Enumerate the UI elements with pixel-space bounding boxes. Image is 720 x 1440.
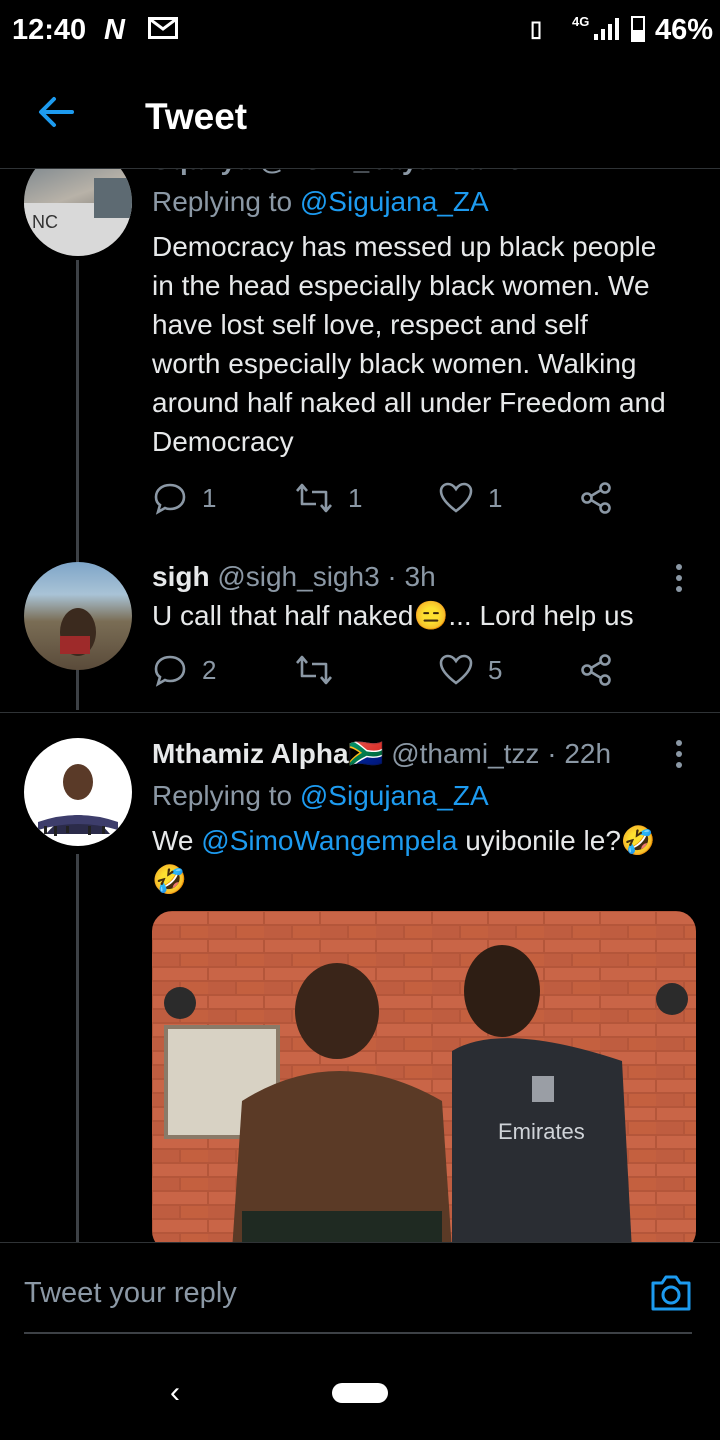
signal-icon [594,18,619,40]
arrow-left-icon[interactable] [36,92,76,132]
mail-notification-icon [148,17,178,39]
tweet-partial-header: Sqanya @nSMl_bayanda · 3h [152,168,540,179]
nav-home-pill[interactable] [332,1383,388,1403]
reply-icon [154,655,186,687]
handle-time: @sigh_sigh3 · 3h [217,561,436,592]
like-button[interactable]: 1 [438,480,502,516]
heart-icon [439,654,473,685]
battery-percent: 46% [655,14,714,46]
avatar[interactable] [24,738,132,846]
handle-time: @thami_tzz · 22h [391,738,612,769]
share-icon [581,654,611,686]
notification-n-icon: N [104,14,125,46]
page-title: Tweet [145,96,248,137]
retweet-icon [296,655,332,685]
avatar[interactable]: NC [24,168,132,256]
retweet-button[interactable]: 1 [294,480,362,516]
rofl-emoji: 🤣 [620,825,656,856]
share-button[interactable] [578,480,614,516]
divider [0,712,720,713]
display-name[interactable]: Mthamiz Alpha [152,738,349,769]
jersey-text: Emirates [498,1119,585,1144]
thread-line [76,854,79,1242]
app-bar: Tweet [0,62,720,169]
share-button[interactable] [578,652,614,688]
camera-icon[interactable] [650,1273,692,1313]
reply-count: 1 [202,482,217,513]
rofl-emoji: 🤣 [152,864,187,895]
status-bar: 12:40 N ▯ 4G 46% [0,0,720,62]
tweet-header: Mthamiz Alpha🇿🇦 @thami_tzz · 22h [152,734,611,773]
reply-icon [154,483,186,515]
tweet-image[interactable]: Emirates [152,911,696,1242]
like-button[interactable]: 5 [438,652,502,688]
svg-text:NC: NC [32,212,58,232]
display-name[interactable]: sigh [152,561,210,592]
nav-back-icon[interactable]: ‹ [170,1376,180,1410]
replying-to: Replying to @Sigujana_ZA [152,186,489,217]
reply-button[interactable]: 1 [152,480,216,516]
more-options-icon[interactable] [676,740,684,773]
share-icon [581,482,611,514]
reply-count: 2 [202,654,217,685]
reply-input[interactable]: Tweet your reply [24,1277,237,1310]
battery-icon [631,16,645,42]
mention-link[interactable]: @SimoWangempela [201,825,457,856]
tweet-header: sigh @sigh_sigh3 · 3h [152,557,436,596]
retweet-button[interactable] [294,652,348,688]
south-africa-flag-emoji: 🇿🇦 [348,738,384,769]
reply-button[interactable]: 2 [152,652,216,688]
retweet-icon [296,483,332,513]
reply-bar: Tweet your reply [0,1242,720,1335]
tweet-actions: 1 1 1 [152,480,712,520]
status-time: 12:40 [12,14,87,46]
vibrate-icon: ▯ [530,16,543,41]
avatar[interactable] [24,562,132,670]
replying-to: Replying to @Sigujana_ZA [152,780,489,811]
tweet-text: We @SimoWangempela uyibonile le?🤣 🤣 [152,825,656,895]
network-type: 4G [572,14,590,29]
heart-icon [439,482,473,513]
like-count: 1 [488,482,503,513]
mention-link[interactable]: @Sigujana_ZA [300,780,489,811]
like-count: 5 [488,654,503,685]
mention-link[interactable]: @Sigujana_ZA [300,186,489,217]
expressionless-emoji: 😑 [413,600,449,631]
retweet-count: 1 [348,482,363,513]
tweet-actions: 2 5 [152,652,712,692]
more-options-icon[interactable] [676,564,684,597]
tweet-text: Democracy has messed up black people in … [152,231,666,457]
tweet-feed[interactable]: Sqanya @nSMl_bayanda · 3h NC Replying to… [0,168,720,1242]
tweet-text: U call that half naked😑... Lord help us [152,600,634,631]
